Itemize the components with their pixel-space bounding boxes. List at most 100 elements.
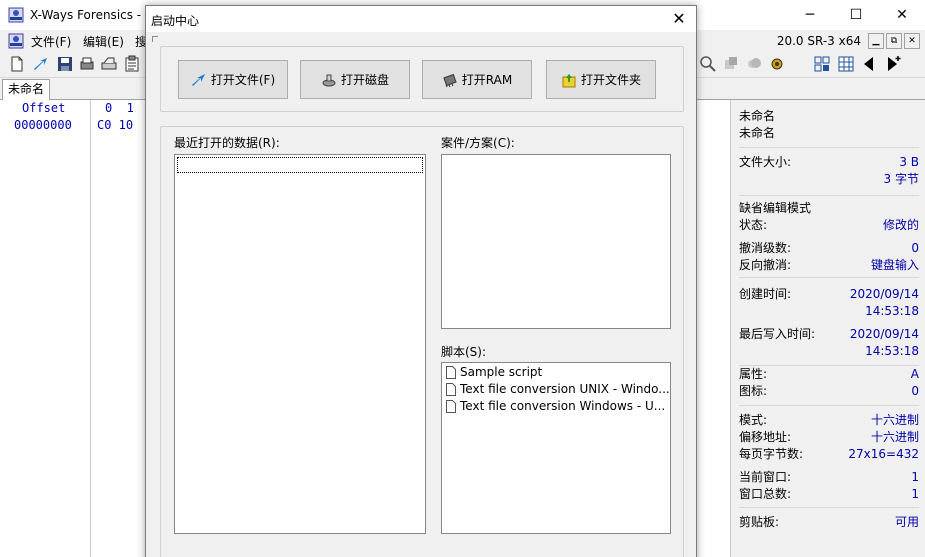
version-label: 20.0 SR-3 x64 (776, 34, 861, 48)
clipboard-label: 剪贴板: (739, 515, 780, 529)
open-ram-button[interactable]: 打开RAM (422, 60, 532, 99)
reverse-undo-label: 反向撤消: (739, 258, 792, 272)
offset-column (0, 100, 91, 557)
script-name: Sample script (460, 365, 543, 379)
written-date: 2020/09/14 (849, 327, 919, 341)
document-icon (446, 400, 456, 413)
xways-logo-icon (8, 7, 24, 23)
info-size-block: 文件大小: 3 B 3 字节 (739, 154, 919, 196)
folder-up-icon (562, 73, 576, 87)
menu-edit[interactable]: 编辑(E) (83, 33, 124, 50)
list-item[interactable]: Text file conversion UNIX - Windo... (442, 381, 670, 398)
state-value: 修改的 (882, 218, 919, 232)
disk-icon (322, 74, 336, 86)
mdi-restore-button[interactable]: ⧉ (886, 33, 902, 49)
window-total-label: 窗口总数: (739, 487, 792, 501)
file-size-chars: 3 字节 (883, 172, 919, 186)
info-mode-block: 模式: 十六进制 偏移地址: 十六进制 每页字节数: 27x16=432 当前窗口: 1… (739, 412, 919, 508)
offset-label: 偏移地址: (739, 430, 792, 444)
open-file-label: 打开文件(F) (210, 73, 276, 87)
info-panel: 未命名 未命名 文件大小: 3 B 3 字节 缺省编辑模式 状态: 修改的 撤消级数… (730, 100, 925, 557)
state-label: 状态: (739, 218, 768, 232)
info-name-block: 未命名 未命名 (739, 108, 919, 148)
zoom-icon[interactable] (699, 55, 717, 73)
start-center-dialog: 启动中心 ✕ 打开文件(F) 打开磁盘 打开RAM 打开文件夹 最近打开的数据(… (145, 5, 697, 557)
current-window-value: 1 (911, 470, 919, 484)
close-button[interactable]: ✕ (879, 0, 925, 30)
scripts-label: 脚本(S): (441, 345, 487, 359)
open-arrow-icon[interactable] (32, 55, 50, 73)
document-menu-icon[interactable] (8, 33, 24, 49)
arrow-left-icon[interactable] (860, 55, 878, 73)
properties-icon[interactable] (100, 55, 118, 73)
grid-view-icon[interactable] (813, 55, 831, 73)
cloud-tool-icon[interactable] (745, 55, 763, 73)
mdi-minimize-button[interactable]: ▁ (868, 33, 884, 49)
menu-file[interactable]: 文件(F) (31, 33, 71, 50)
row-bytes[interactable]: C0 10 (97, 118, 133, 132)
tab-untitled[interactable]: 未命名 (2, 79, 51, 100)
open-folder-label: 打开文件夹 (580, 73, 641, 87)
dialog-titlebar: 启动中心 ✕ (146, 6, 696, 32)
file-size-label: 文件大小: (739, 155, 792, 169)
open-disk-button[interactable]: 打开磁盘 (300, 60, 410, 99)
table-view-icon[interactable] (837, 55, 855, 73)
open-folder-button[interactable]: 打开文件夹 (546, 60, 656, 99)
info-time-block: 创建时间: 2020/09/14 14:53:18 最后写入时间: 2020/09/… (739, 286, 919, 366)
info-attr-block: 属性: A 图标: 0 (739, 366, 919, 406)
minimize-button[interactable]: ─ (787, 0, 833, 30)
mode-value: 十六进制 (870, 413, 919, 427)
print-icon[interactable] (78, 55, 96, 73)
info-edit-block: 缺省编辑模式 状态: 修改的 撤消级数: 0 反向撤消: 键盘输入 (739, 200, 919, 278)
bytes-per-page-label: 每页字节数: (739, 447, 804, 461)
clipboard-value: 可用 (894, 515, 919, 529)
info-clipboard-block: 剪贴板: 可用 (739, 514, 919, 534)
list-item[interactable]: Sample script (442, 364, 670, 381)
new-file-icon[interactable] (8, 55, 26, 73)
gray-tool-icon[interactable] (722, 55, 740, 73)
created-date: 2020/09/14 (849, 287, 919, 301)
clipboard-icon[interactable] (123, 55, 141, 73)
created-label: 创建时间: (739, 287, 792, 301)
attr-value: A (910, 367, 919, 381)
open-ram-label: 打开RAM (461, 73, 513, 87)
maximize-button[interactable]: ☐ (833, 0, 879, 30)
icon-label: 图标: (739, 384, 768, 398)
app-title: X-Ways Forensics - (30, 8, 142, 22)
dialog-close-button[interactable]: ✕ (668, 8, 690, 30)
undo-label: 撤消级数: (739, 241, 792, 255)
reverse-undo-value: 键盘输入 (870, 258, 919, 272)
written-label: 最后写入时间: (739, 327, 816, 341)
created-time: 14:53:18 (865, 304, 919, 318)
file-size-bytes: 3 B (899, 155, 919, 169)
hex-column-header: 0 1 (105, 101, 134, 115)
window-total-value: 1 (911, 487, 919, 501)
save-icon[interactable] (56, 55, 74, 73)
recent-data-label: 最近打开的数据(R): (174, 136, 280, 150)
open-disk-label: 打开磁盘 (340, 73, 389, 87)
document-icon (446, 383, 456, 396)
mode-label: 模式: (739, 413, 768, 427)
scripts-list[interactable]: Sample script Text file conversion UNIX … (441, 362, 671, 534)
gear-cluster-icon[interactable] (768, 55, 786, 73)
attr-label: 属性: (739, 367, 768, 381)
cases-list[interactable] (441, 154, 671, 329)
offset-header: Offset (22, 101, 66, 115)
list-focus-rect (177, 157, 423, 173)
current-window-label: 当前窗口: (739, 470, 792, 484)
open-file-button[interactable]: 打开文件(F) (178, 60, 288, 99)
list-item[interactable]: Text file conversion Windows - U... (442, 398, 670, 415)
info-name1: 未命名 (739, 109, 776, 123)
recent-data-list[interactable] (174, 154, 426, 534)
edit-mode-label: 缺省编辑模式 (739, 201, 812, 215)
mdi-close-button[interactable]: ✕ (904, 33, 920, 49)
ram-chip-icon (443, 73, 457, 87)
row-offset: 00000000 (14, 118, 72, 132)
icon-value: 0 (911, 384, 919, 398)
offset-value: 十六进制 (870, 430, 919, 444)
info-name2: 未命名 (739, 126, 776, 140)
cases-label: 案件/方案(C): (441, 136, 515, 150)
document-icon (446, 366, 456, 379)
arrow-right-plus-icon[interactable] (884, 55, 902, 73)
open-arrow-icon (191, 73, 205, 86)
